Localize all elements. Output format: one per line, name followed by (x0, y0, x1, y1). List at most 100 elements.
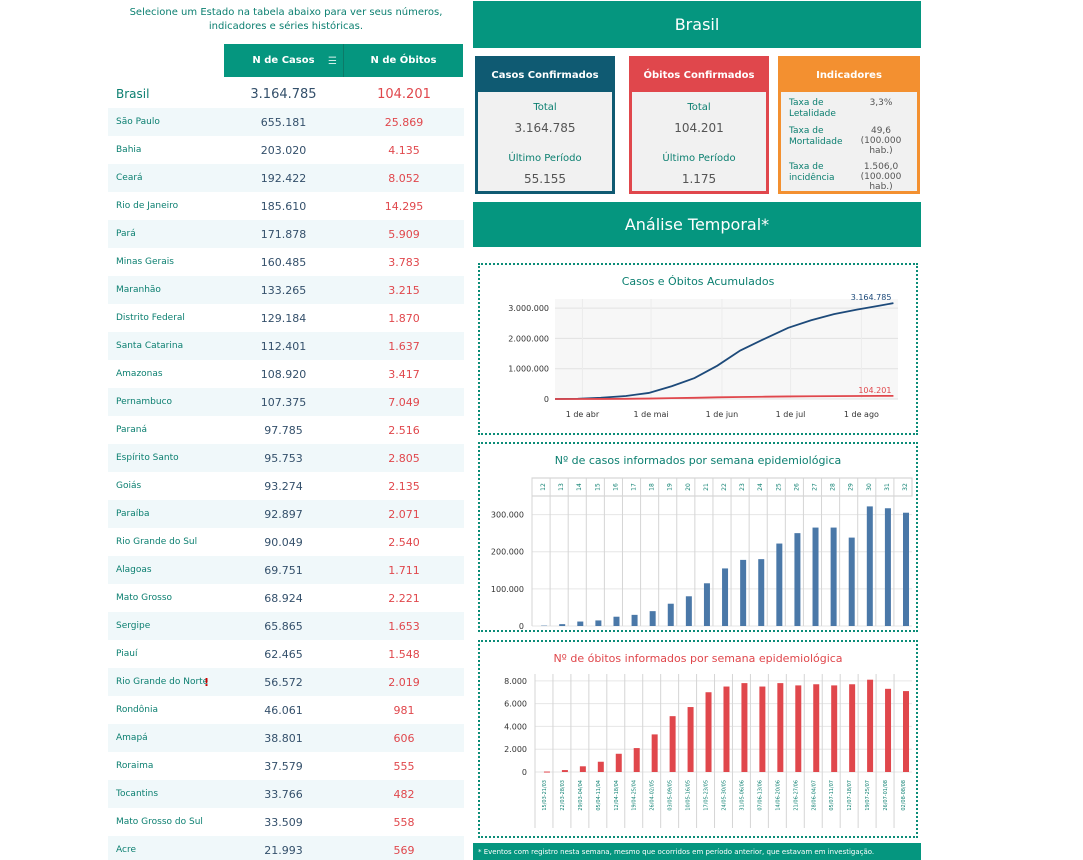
table-row[interactable]: Ceará 192.422 8.052 (108, 164, 464, 192)
table-row[interactable]: Pernambuco 107.375 7.049 (108, 388, 464, 416)
cumulative-chart-panel: Casos e Óbitos Acumulados 0 1.000.000 2.00… (478, 263, 918, 435)
state-deaths: 25.869 (384, 115, 424, 129)
bar (685, 596, 692, 626)
state-deaths: 1.548 (388, 647, 420, 661)
state-cases: 3.164.785 (250, 86, 317, 102)
warning-icon: ! (204, 675, 210, 689)
table-row[interactable]: Santa Catarina 112.401 1.637 (108, 332, 464, 360)
deaths-total-label: Total (687, 102, 711, 113)
state-cases: 92.897 (264, 507, 303, 521)
column-header-deaths-label: N de Óbitos (370, 55, 437, 66)
state-cases: 33.766 (264, 787, 303, 801)
table-row[interactable]: Amapá 38.801 606 (108, 724, 464, 752)
bar (758, 559, 765, 626)
column-header-deaths[interactable]: N de Óbitos (344, 44, 463, 77)
table-row[interactable]: Goiás 93.274 2.135 (108, 472, 464, 500)
sort-icon[interactable]: ☰ (328, 56, 337, 67)
table-row[interactable]: Pará 171.878 5.909 (108, 220, 464, 248)
state-deaths: 2.516 (388, 423, 420, 437)
page-title: Brasil (473, 1, 921, 48)
week-label: 15 (594, 483, 601, 491)
state-name: Rondônia (116, 705, 158, 715)
table-row[interactable]: Rio Grande do Sul 90.049 2.540 (108, 528, 464, 556)
table-row[interactable]: Rio Grande do Norte 56.572 2.019! (108, 668, 464, 696)
week-label: 22/03-28/03 (560, 780, 566, 811)
bar (687, 707, 694, 772)
table-row[interactable]: Acre 21.993 569 (108, 836, 464, 860)
indicator-label: Taxa de Mortalidade (789, 126, 843, 147)
bar (669, 716, 676, 772)
table-row[interactable]: Mato Grosso 68.924 2.221 (108, 584, 464, 612)
cumulative-chart[interactable]: 0 1.000.000 2.000.000 3.000.000 1 de abr 1 de… (480, 265, 916, 433)
indicators-list: Taxa de Letalidade 3,3% Taxa de Mortalid… (781, 98, 917, 192)
column-header-cases[interactable]: N de Casos ☰ (224, 44, 344, 77)
table-row[interactable]: Mato Grosso do Sul 33.509 558 (108, 808, 464, 836)
weekly-cases-chart[interactable]: 0 100.000 200.000 300.000 12 13 14 15 16 17 18 19 20… (480, 444, 916, 630)
indicators-card: Indicadores Taxa de Letalidade 3,3% Taxa… (778, 56, 920, 194)
state-cases: 133.265 (260, 283, 307, 297)
indicator-value: 49,6 (100.000 hab.) (860, 126, 902, 156)
state-name: Alagoas (116, 565, 152, 575)
x-tick-label: 1 de ago (844, 410, 879, 419)
week-label: 17 (631, 483, 638, 491)
series-end-label: 3.164.785 (851, 293, 892, 302)
bar (794, 533, 801, 626)
table-row[interactable]: Sergipe 65.865 1.653 (108, 612, 464, 640)
x-tick-label: 1 de jun (706, 410, 739, 419)
week-label: 19/07-25/07 (865, 780, 871, 811)
table-row[interactable]: Espírito Santo 95.753 2.805 (108, 444, 464, 472)
table-row[interactable]: Bahia 203.020 4.135 (108, 136, 464, 164)
footer-note: * Eventos com registro nesta semana, mes… (473, 843, 921, 860)
bar (884, 508, 891, 626)
table-row[interactable]: São Paulo 655.181 25.869 (108, 108, 464, 136)
table-row[interactable]: Brasil 3.164.785 104.201 (108, 80, 464, 108)
state-deaths: 1.711 (388, 563, 420, 577)
bar (703, 583, 710, 626)
table-row[interactable]: Rio de Janeiro 185.610 14.295 (108, 192, 464, 220)
state-cases: 160.485 (260, 255, 307, 269)
table-row[interactable]: Paraíba 92.897 2.071 (108, 500, 464, 528)
deaths-period-value: 1.175 (681, 172, 717, 186)
state-cases: 192.422 (260, 171, 307, 185)
state-name: Piauí (116, 649, 138, 659)
bar (795, 685, 802, 772)
bar (651, 734, 658, 772)
table-row[interactable]: Piauí 62.465 1.548 (108, 640, 464, 668)
bar (866, 506, 873, 626)
bar (830, 527, 837, 626)
state-cases: 68.924 (264, 591, 303, 605)
y-tick-label: 100.000 (491, 585, 524, 594)
table-row[interactable]: Tocantins 33.766 482 (108, 780, 464, 808)
state-deaths: 2.071 (388, 507, 420, 521)
bar (903, 512, 909, 626)
table-body: Brasil 3.164.785 104.201 São Paulo 655.181 25… (108, 80, 464, 860)
table-row[interactable]: Alagoas 69.751 1.711 (108, 556, 464, 584)
table-row[interactable]: Rondônia 46.061 981 (108, 696, 464, 724)
week-label: 29 (848, 483, 855, 491)
week-label: 12/07-18/07 (847, 780, 853, 811)
week-label: 24 (757, 483, 764, 491)
state-deaths: 3.417 (388, 367, 420, 381)
table-row[interactable]: Roraima 37.579 555 (108, 752, 464, 780)
state-name: Espírito Santo (116, 453, 179, 463)
analysis-title: Análise Temporal* (473, 202, 921, 247)
y-tick-label: 6.000 (504, 700, 527, 709)
x-tick-label: 1 de jul (776, 410, 806, 419)
table-header: N de Casos ☰ N de Óbitos (224, 44, 463, 77)
indicator-row: Taxa de incidência 1.506,0 (100.000 hab.… (781, 162, 917, 192)
bar (741, 683, 748, 772)
state-name: Ceará (116, 173, 143, 183)
indicator-label: Taxa de Letalidade (789, 98, 836, 119)
table-row[interactable]: Paraná 97.785 2.516 (108, 416, 464, 444)
table-row[interactable]: Distrito Federal 129.184 1.870 (108, 304, 464, 332)
state-deaths: 558 (393, 815, 415, 829)
column-header-cases-label: N de Casos (252, 55, 315, 66)
week-label: 21/06-27/06 (793, 780, 799, 811)
table-row[interactable]: Minas Gerais 160.485 3.783 (108, 248, 464, 276)
weekly-deaths-chart[interactable]: 0 2.000 4.000 6.000 8.000 15/03-21/03 22/03-28… (480, 642, 916, 836)
table-row[interactable]: Amazonas 108.920 3.417 (108, 360, 464, 388)
week-label: 15/03-21/03 (542, 780, 548, 811)
state-deaths: 8.052 (388, 171, 420, 185)
table-row[interactable]: Maranhão 133.265 3.215 (108, 276, 464, 304)
y-tick-label: 3.000.000 (508, 304, 549, 313)
